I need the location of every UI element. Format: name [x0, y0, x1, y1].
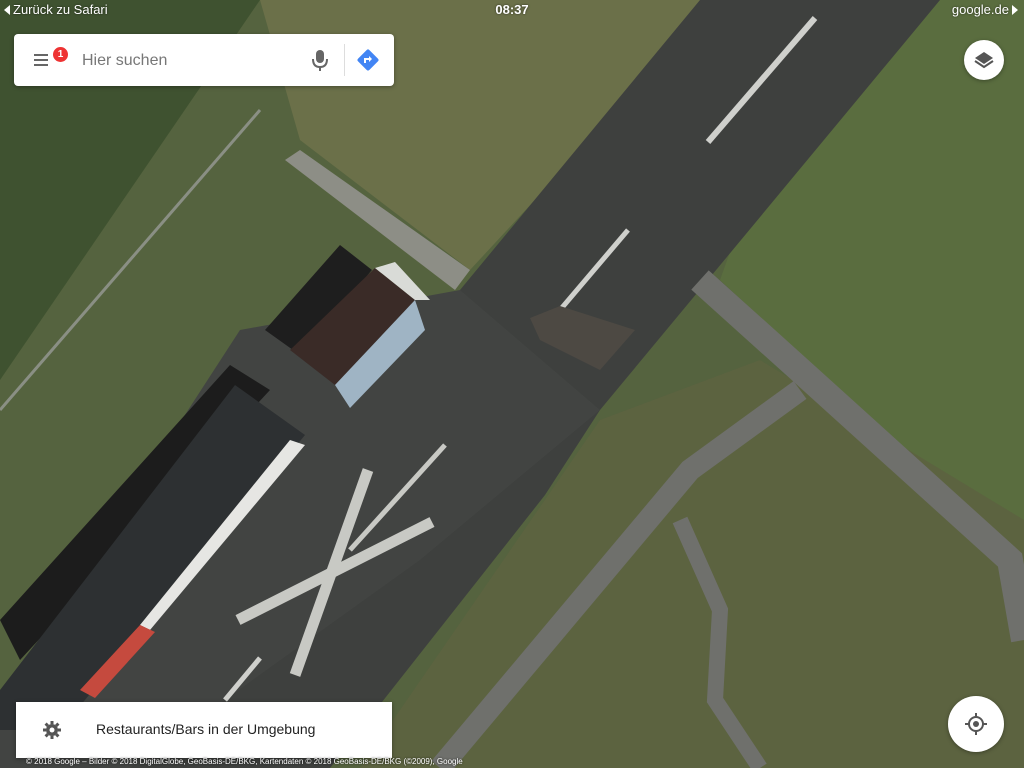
notification-badge: 1: [53, 47, 68, 62]
forward-arrow-icon: [1012, 5, 1018, 15]
microphone-icon: [312, 50, 328, 71]
directions-icon: [357, 49, 379, 71]
status-bar: Zurück zu Safari 08:37 google.de: [0, 0, 1024, 20]
clock: 08:37: [495, 2, 529, 17]
map-copyright: © 2018 Google – Bilder © 2018 DigitalGlo…: [26, 757, 463, 766]
directions-button[interactable]: [354, 46, 382, 74]
gear-icon: [43, 721, 61, 739]
explore-label: Restaurants/Bars in der Umgebung: [96, 721, 316, 737]
search-input[interactable]: [80, 46, 294, 76]
explore-nearby-card[interactable]: Restaurants/Bars in der Umgebung: [16, 702, 392, 758]
satellite-map[interactable]: [0, 0, 1024, 768]
layers-icon: [974, 52, 994, 69]
search-bar: 1: [14, 34, 394, 86]
my-location-button[interactable]: [948, 696, 1004, 752]
host-link[interactable]: google.de: [952, 0, 1018, 20]
menu-button[interactable]: 1: [28, 47, 68, 74]
layers-button[interactable]: [964, 40, 1004, 80]
host-label: google.de: [951, 2, 1009, 17]
voice-search-button[interactable]: [306, 46, 334, 74]
my-location-icon: [965, 713, 987, 735]
search-divider: [344, 44, 345, 76]
